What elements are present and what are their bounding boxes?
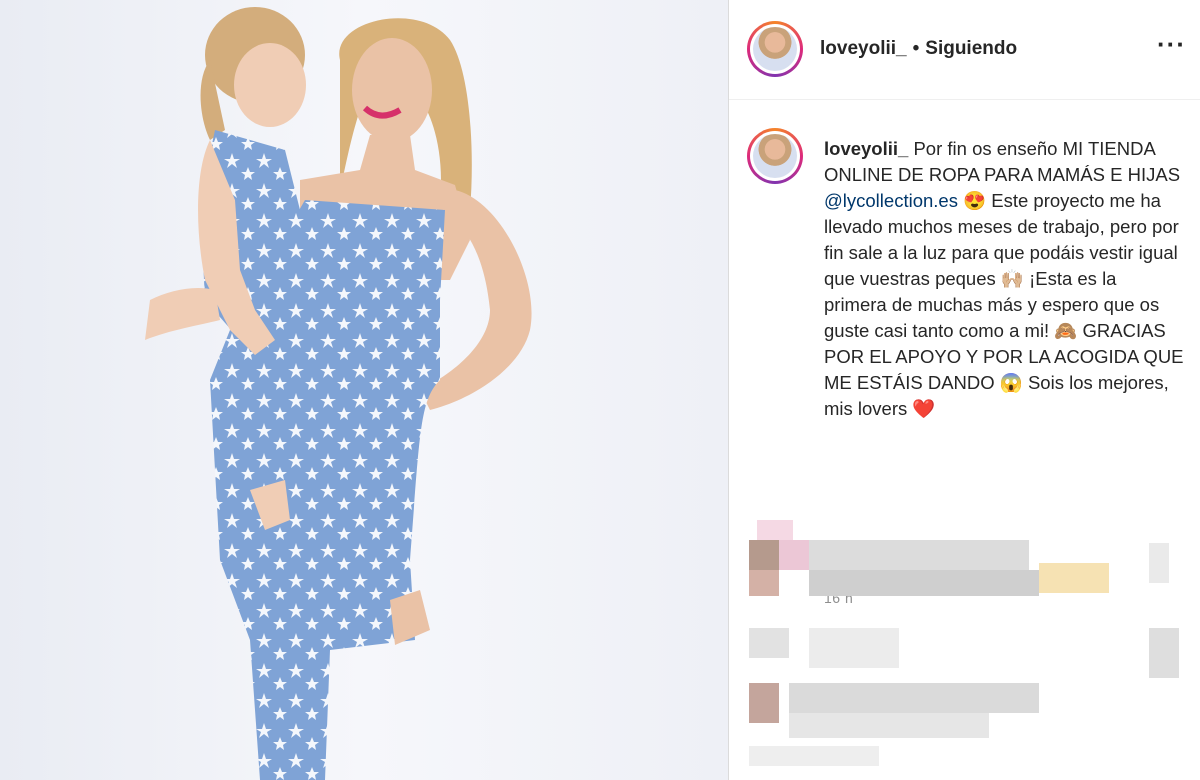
avatar-image [753, 134, 797, 178]
post-image [0, 0, 728, 780]
post-photo[interactable] [0, 0, 728, 780]
separator-dot: • [912, 38, 920, 59]
blurred-comments [729, 518, 1200, 780]
following-button[interactable]: Siguiendo [925, 38, 1017, 59]
profile-avatar[interactable] [747, 21, 803, 77]
post-sidebar: loveyolii_ • Siguiendo ··· loveyolii_ Por … [729, 0, 1200, 780]
username-link[interactable]: loveyolii_ [820, 38, 907, 59]
more-options-icon[interactable]: ··· [1157, 31, 1186, 57]
post-header: loveyolii_ • Siguiendo ··· [729, 0, 1200, 100]
caption-avatar[interactable] [747, 128, 803, 184]
caption-text-part2: 😍 Este proyecto me ha llevado muchos mes… [824, 190, 1184, 419]
mention-link[interactable]: @lycollection.es [824, 190, 958, 211]
avatar-image [753, 27, 797, 71]
post-caption: loveyolii_ Por fin os enseño MI TIENDA O… [824, 136, 1184, 422]
header-user-row: loveyolii_ • Siguiendo [820, 38, 1017, 60]
caption-username-link[interactable]: loveyolii_ [824, 138, 908, 159]
